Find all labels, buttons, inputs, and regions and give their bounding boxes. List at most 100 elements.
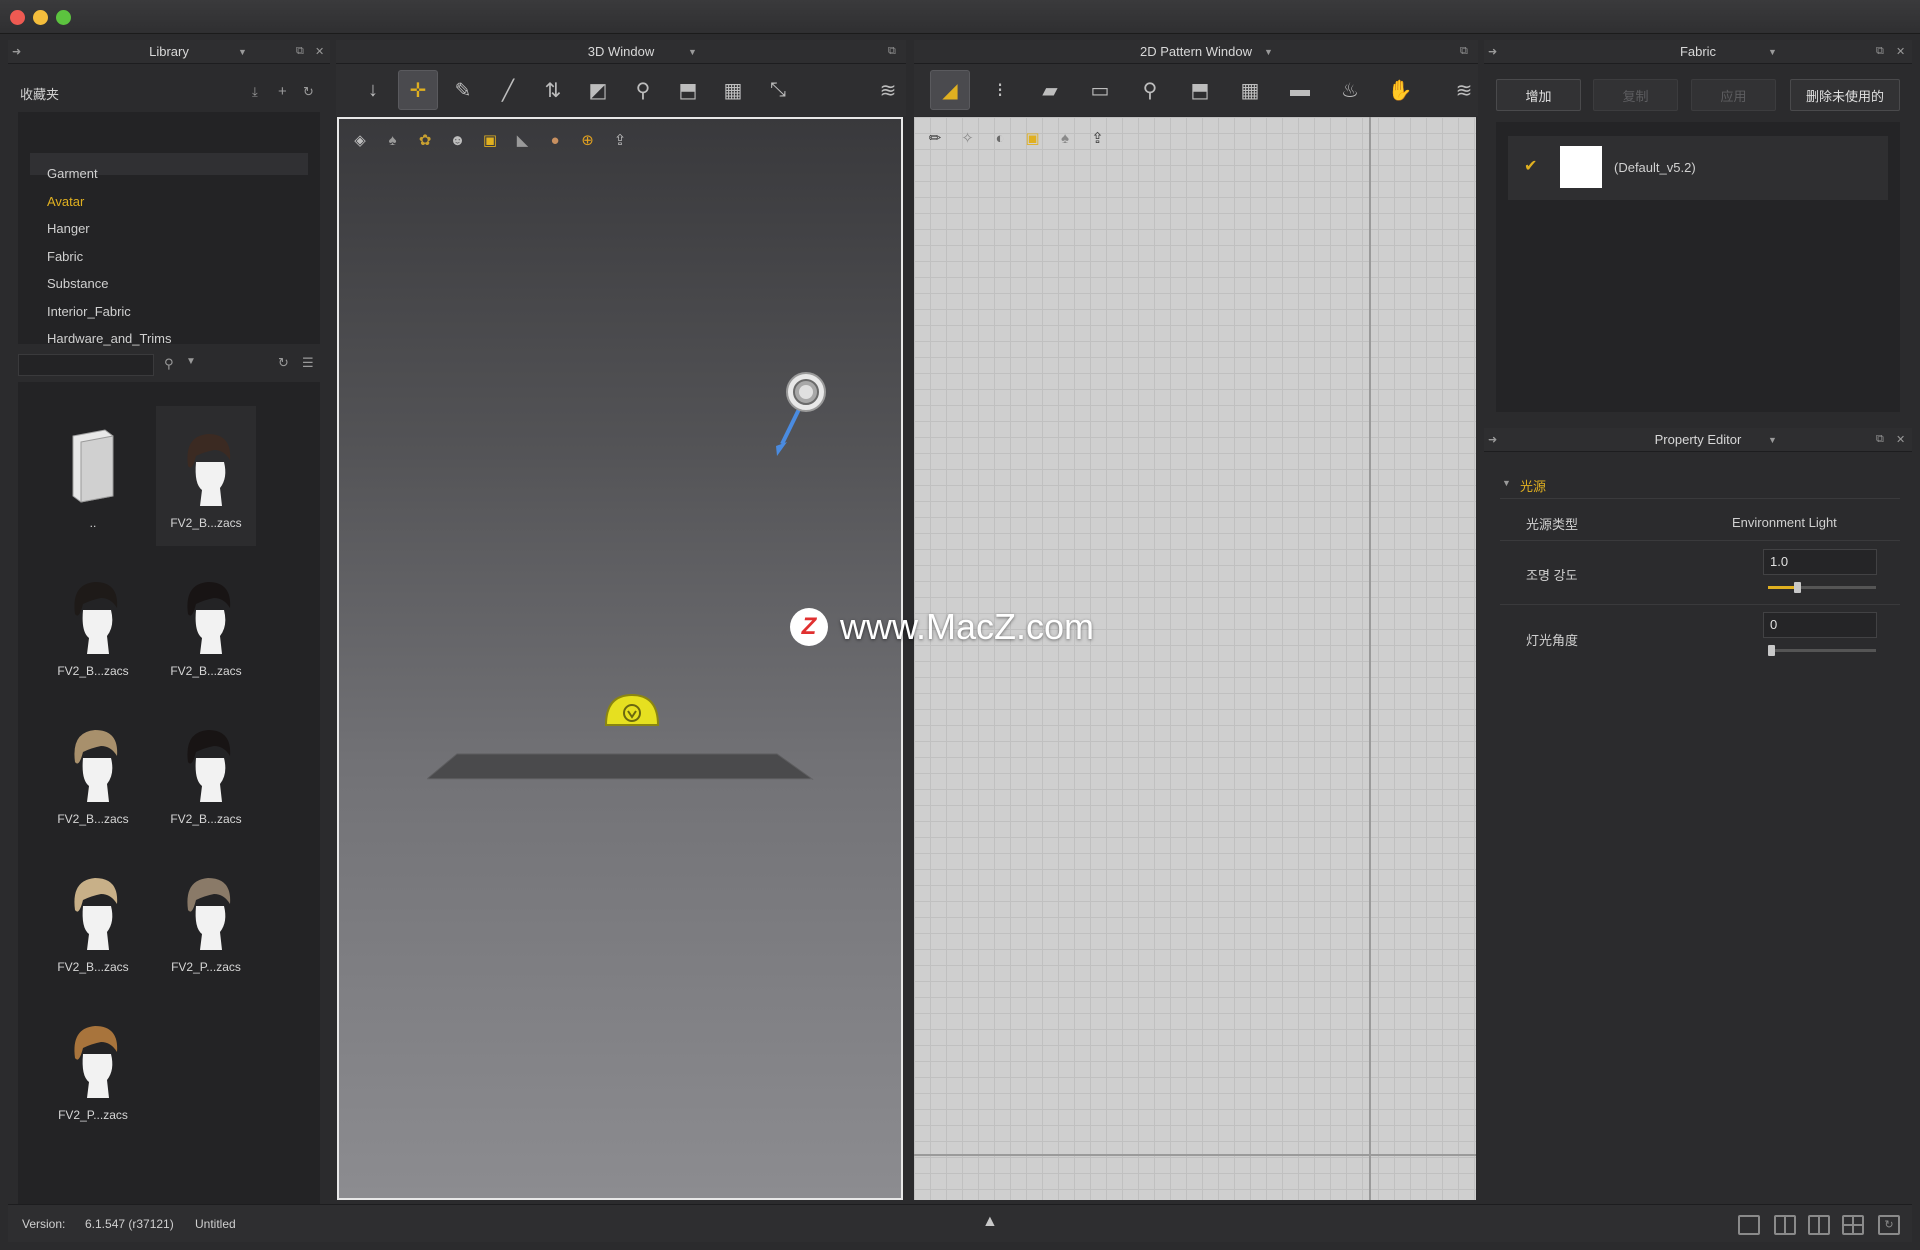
add-folder-icon[interactable]: + [278, 83, 287, 100]
split-layout-icon[interactable] [1774, 1215, 1796, 1235]
avatar-icon[interactable]: ☻ [445, 127, 471, 153]
pin-icon[interactable]: ⚲ [623, 70, 663, 110]
transform-pattern-icon[interactable]: ✛ [398, 70, 438, 110]
apply-fabric-button[interactable]: 应用 [1691, 79, 1776, 111]
export-icon[interactable]: ⇪ [1085, 125, 1111, 151]
tack-icon[interactable]: ⬒ [668, 70, 708, 110]
brush-icon[interactable]: ◩ [578, 70, 618, 110]
rectangle-icon[interactable]: ▭ [1080, 70, 1120, 110]
quad-layout-icon[interactable] [1842, 1215, 1864, 1235]
skin-icon[interactable]: ● [542, 127, 568, 153]
avatar-anchor-icon[interactable] [604, 691, 660, 727]
refresh-icon[interactable]: ↻ [303, 84, 314, 100]
search-options-chevron-icon[interactable]: ▼ [186, 356, 196, 367]
display-mode-icon[interactable]: ◈ [347, 127, 373, 153]
float-panel-icon[interactable]: ⧉ [296, 45, 304, 58]
close-panel-icon[interactable]: ✕ [1896, 45, 1905, 58]
float-panel-icon[interactable]: ⧉ [888, 45, 896, 58]
library-item[interactable]: FV2_P...zacs [43, 998, 143, 1138]
category-interior-fabric[interactable]: Interior_Fabric [47, 304, 131, 319]
hand-icon[interactable]: ✋ [1380, 70, 1420, 110]
iron-icon[interactable]: ▬ [1280, 70, 1320, 110]
toolbar-more-icon[interactable]: ≋ [868, 70, 908, 110]
fabric-icon[interactable]: ▣ [1020, 125, 1046, 151]
close-panel-icon[interactable]: ✕ [315, 45, 324, 58]
list-view-icon[interactable]: ☰ [302, 355, 314, 371]
export-icon[interactable]: ⇪ [607, 127, 633, 153]
fabric-icon[interactable]: ▣ [477, 127, 503, 153]
chevron-down-icon[interactable]: ▼ [688, 47, 697, 57]
section-title[interactable]: 光源 [1520, 476, 1546, 495]
single-layout-icon[interactable] [1738, 1215, 1760, 1235]
shade-icon[interactable]: ◐ [987, 125, 1013, 151]
steam-icon[interactable]: ♨ [1330, 70, 1370, 110]
environment-icon[interactable]: ⊕ [575, 127, 601, 153]
3d-viewport[interactable]: ◈ ♠ ✿ ☻ ▣ ◣ ● ⊕ ⇪ [337, 117, 903, 1200]
angle-field[interactable]: 0 [1763, 612, 1877, 638]
library-item[interactable]: FV2_P...zacs [156, 850, 256, 990]
expand-up-icon[interactable]: ▲ [982, 1213, 998, 1231]
pin-icon[interactable]: ⚲ [1130, 70, 1170, 110]
chevron-down-icon[interactable]: ▼ [1768, 435, 1777, 445]
polygon-icon[interactable]: ▰ [1030, 70, 1070, 110]
close-window-button[interactable] [10, 10, 25, 25]
library-parent-folder[interactable]: .. [43, 406, 143, 546]
collapse-section-icon[interactable]: ▼ [1502, 478, 1511, 488]
dock-arrow-icon[interactable]: ➜ [1488, 433, 1497, 446]
import-icon[interactable]: ⤓ [252, 84, 258, 100]
library-item[interactable]: FV2_B...zacs [156, 702, 256, 842]
2d-viewport[interactable]: ✏ ✧ ◐ ▣ ♠ ⇪ [914, 117, 1476, 1200]
toolbar-more-icon[interactable]: ≋ [1444, 70, 1484, 110]
library-item[interactable]: FV2_B...zacs [43, 554, 143, 694]
category-hardware-and-trims[interactable]: Hardware_and_Trims [47, 331, 172, 346]
add-fabric-button[interactable]: 增加 [1496, 79, 1581, 111]
float-panel-icon[interactable]: ⧉ [1460, 45, 1468, 58]
garment-icon[interactable]: ♠ [1052, 125, 1078, 151]
dock-arrow-icon[interactable]: ➜ [1488, 45, 1497, 58]
library-search-input[interactable] [18, 354, 154, 376]
measure-icon[interactable]: ⤡ [758, 70, 798, 110]
fold-arrangement-icon[interactable]: ⇅ [533, 70, 573, 110]
transform-pattern-icon[interactable]: ◢ [930, 70, 970, 110]
fullscreen-layout-icon[interactable]: ↻ [1878, 1215, 1900, 1235]
category-avatar[interactable]: Avatar [47, 194, 84, 209]
light-gizmo-icon[interactable] [769, 364, 829, 464]
edit-curve-icon[interactable]: ╱ [488, 70, 528, 110]
category-garment[interactable]: Garment [47, 166, 98, 181]
library-item[interactable]: FV2_B...zacs [43, 850, 143, 990]
minimize-window-button[interactable] [33, 10, 48, 25]
shadow-icon[interactable]: ◣ [510, 127, 536, 153]
pen-icon[interactable]: ✏ [922, 125, 948, 151]
intensity-slider-knob[interactable] [1794, 582, 1802, 593]
intensity-field[interactable]: 1.0 [1763, 549, 1877, 575]
close-panel-icon[interactable]: ✕ [1896, 433, 1905, 446]
dock-arrow-icon[interactable]: ➜ [12, 45, 21, 58]
library-item[interactable]: FV2_B...zacs [156, 406, 256, 546]
arrange-icon[interactable]: ↓ [353, 70, 393, 110]
sparkle-icon[interactable]: ✧ [955, 125, 981, 151]
float-panel-icon[interactable]: ⧉ [1876, 45, 1884, 58]
copy-fabric-button[interactable]: 复制 [1593, 79, 1678, 111]
fabric-list-item[interactable]: ✔ (Default_v5.2) [1508, 136, 1888, 200]
tack-icon[interactable]: ⬒ [1180, 70, 1220, 110]
chevron-down-icon[interactable]: ▼ [238, 47, 247, 57]
float-panel-icon[interactable]: ⧉ [1876, 433, 1884, 446]
light-type-value[interactable]: Environment Light [1732, 515, 1837, 530]
angle-slider-knob[interactable] [1768, 645, 1775, 656]
delete-unused-button[interactable]: 删除未使用的 [1790, 79, 1900, 111]
angle-slider[interactable] [1768, 649, 1876, 652]
checkmark-icon[interactable]: ✔ [1524, 156, 1537, 176]
edit-point-icon[interactable]: ⁝ [980, 70, 1020, 110]
library-item[interactable]: FV2_B...zacs [156, 554, 256, 694]
triple-layout-icon[interactable] [1808, 1215, 1830, 1235]
category-fabric[interactable]: Fabric [47, 249, 83, 264]
refresh-list-icon[interactable]: ↻ [278, 355, 289, 371]
zoom-window-button[interactable] [56, 10, 71, 25]
library-item[interactable]: FV2_B...zacs [43, 702, 143, 842]
texture-icon[interactable]: ✿ [412, 127, 438, 153]
select-mesh-icon[interactable]: ✎ [443, 70, 483, 110]
grid-icon[interactable]: ▦ [713, 70, 753, 110]
category-substance[interactable]: Substance [47, 276, 108, 291]
grid-icon[interactable]: ▦ [1230, 70, 1270, 110]
chevron-down-icon[interactable]: ▼ [1264, 47, 1273, 57]
